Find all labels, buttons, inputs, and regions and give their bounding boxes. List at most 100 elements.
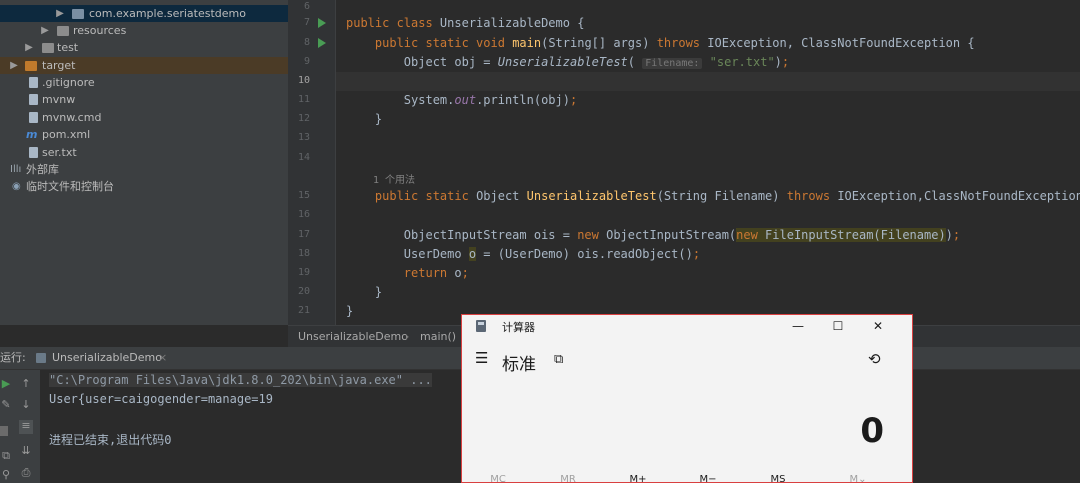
usages-hint[interactable]: 1 个用法 (373, 171, 415, 186)
chevron-right-icon[interactable]: ▶ (55, 5, 65, 22)
tree-item-mvnw[interactable]: mvnw (0, 91, 288, 108)
code-line: System.out.println(obj); (346, 93, 578, 107)
memory-subtract-button[interactable]: M− (688, 474, 728, 482)
breadcrumb-method[interactable]: main() (420, 326, 456, 347)
stop-icon[interactable] (0, 426, 8, 436)
line-number: 10 (297, 75, 310, 86)
file-icon (29, 112, 38, 123)
current-line-highlight (336, 72, 1080, 91)
code-line: UserDemo o = (UserDemo) ois.readObject()… (346, 247, 701, 261)
calculator-window[interactable]: 计算器 — ☐ ✕ ☰ 标准 ⧉ ⟲ 0 MC MR M+ M− MS M⌄ (461, 314, 913, 483)
line-number: 16 (297, 209, 310, 220)
line-number: 14 (297, 152, 310, 163)
calculator-mode: 标准 (502, 355, 536, 375)
code-line: return o; (403, 266, 469, 280)
tree-item-label: target (42, 59, 76, 72)
chevron-right-icon: › (405, 330, 410, 343)
hamburger-icon[interactable]: ☰ (475, 349, 488, 367)
parameter-hint: Filename: (642, 58, 703, 69)
tree-item-package[interactable]: ▶ com.example.seriatestdemo (0, 5, 288, 22)
memory-add-button[interactable]: M+ (618, 474, 658, 482)
memory-clear-button[interactable]: MC (478, 474, 518, 482)
line-number: 18 (297, 248, 310, 259)
code-editor[interactable]: public class UnserializableDemo { public… (336, 0, 1080, 325)
tree-item-target[interactable]: ▶ target (0, 57, 288, 74)
tree-item-resources[interactable]: ▶ resources (0, 22, 288, 39)
console-line: User{user=caigogender=manage=19 (49, 392, 273, 406)
memory-list-button[interactable]: M⌄ (838, 474, 878, 482)
code-line: } (346, 285, 383, 299)
arrow-up-icon[interactable]: ↑ (20, 378, 32, 390)
arrow-down-icon[interactable]: ↓ (20, 399, 32, 411)
keep-on-top-icon[interactable]: ⧉ (554, 352, 563, 367)
line-number: 11 (297, 94, 310, 105)
line-number: 12 (297, 113, 310, 124)
window-title: 计算器 (502, 321, 535, 334)
code-line: public class UnserializableDemo { (346, 16, 585, 30)
rerun-icon[interactable]: ▶ (0, 378, 12, 390)
console-line: 进程已结束,退出代码0 (49, 433, 172, 447)
breadcrumb-class[interactable]: UnserializableDemo (298, 326, 408, 347)
run-tab[interactable]: UnserializableDemo (52, 347, 162, 369)
file-icon (29, 94, 38, 105)
chevron-right-icon[interactable]: ▶ (9, 57, 19, 74)
folder-icon (42, 43, 54, 53)
memory-recall-button[interactable]: MR (548, 474, 588, 482)
run-label: 运行: (0, 351, 26, 364)
line-number: 7 (303, 17, 310, 28)
close-button[interactable]: ✕ (858, 315, 898, 337)
close-icon[interactable]: × (158, 347, 167, 369)
line-number: 19 (297, 267, 310, 278)
chevron-right-icon[interactable]: ▶ (24, 39, 34, 56)
tree-item-label: .gitignore (42, 76, 95, 89)
maximize-button[interactable]: ☐ (818, 315, 858, 337)
tree-item-pom[interactable]: m pom.xml (0, 126, 288, 143)
tree-item-label: pom.xml (42, 128, 91, 141)
calculator-app-icon (476, 320, 486, 332)
wrench-icon[interactable]: ✎ (0, 399, 12, 411)
tree-item-test[interactable]: ▶ test (0, 39, 288, 56)
line-number: 20 (297, 286, 310, 297)
tree-item-mvnw-cmd[interactable]: mvnw.cmd (0, 109, 288, 126)
line-number: 6 (303, 1, 310, 12)
tree-item-label: 临时文件和控制台 (26, 180, 114, 193)
scroll-to-end-icon[interactable]: ⇊ (20, 445, 32, 457)
run-icon[interactable] (318, 18, 326, 28)
history-icon[interactable]: ⟲ (868, 350, 881, 368)
pin-icon[interactable]: ⚲ (0, 469, 12, 481)
run-toolbar: ▶ ↑ ✎ ↓ ≡ ⧉ ⇊ ⚲ ⎙ (0, 370, 40, 483)
tree-item-label: resources (73, 24, 127, 37)
console-tab-icon (36, 353, 46, 363)
maven-icon: m (26, 128, 38, 141)
tree-item-label: ser.txt (42, 146, 77, 159)
run-icon[interactable] (318, 38, 326, 48)
tree-item-scratches[interactable]: ◉ 临时文件和控制台 (0, 178, 288, 195)
calculator-titlebar[interactable]: 计算器 — ☐ ✕ (462, 315, 912, 337)
layout-icon[interactable]: ⧉ (0, 450, 12, 462)
library-icon: Illı (10, 164, 22, 175)
code-line: Object obj = UnserializableTest( Filenam… (346, 55, 790, 69)
soft-wrap-icon[interactable]: ≡ (19, 420, 33, 434)
minimize-button[interactable]: — (778, 315, 818, 337)
line-number: 21 (297, 305, 310, 316)
line-number: 15 (297, 190, 310, 201)
line-number: 9 (303, 56, 310, 67)
code-line: } (346, 304, 354, 318)
code-line: ObjectInputStream ois = new ObjectInputS… (346, 228, 961, 242)
file-icon (29, 77, 38, 88)
line-number: 17 (297, 229, 310, 240)
print-icon[interactable]: ⎙ (20, 467, 32, 479)
tree-item-label: mvnw.cmd (42, 111, 102, 124)
scratches-icon: ◉ (12, 181, 21, 192)
memory-store-button[interactable]: MS (758, 474, 798, 482)
tree-item-label: 外部库 (26, 163, 59, 176)
folder-icon (57, 26, 69, 36)
code-line: public static Object UnserializableTest(… (374, 189, 1080, 203)
chevron-right-icon[interactable]: ▶ (40, 22, 50, 39)
tree-item-external-libraries[interactable]: Illı 外部库 (0, 161, 288, 178)
project-tree: ▶ com.example.seriatestdemo ▶ resources … (0, 0, 288, 325)
tree-item-ser-txt[interactable]: ser.txt (0, 144, 288, 161)
console-line: "C:\Program Files\Java\jdk1.8.0_202\bin\… (49, 373, 432, 387)
tree-item-gitignore[interactable]: .gitignore (0, 74, 288, 91)
tree-item-label: test (57, 41, 79, 54)
